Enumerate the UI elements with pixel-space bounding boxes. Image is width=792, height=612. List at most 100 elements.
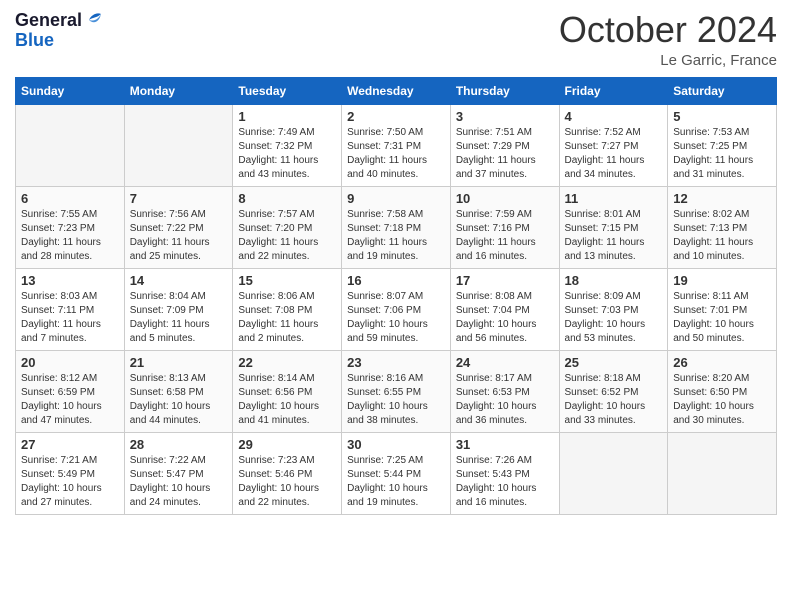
week-row-2: 6 Sunrise: 7:55 AMSunset: 7:23 PMDaylight…	[16, 186, 777, 268]
calendar-cell: 1 Sunrise: 7:49 AMSunset: 7:32 PMDaylight…	[233, 104, 342, 186]
day-number: 21	[130, 355, 228, 370]
day-info: Sunrise: 7:58 AMSunset: 7:18 PMDaylight:…	[347, 208, 445, 264]
day-info: Sunrise: 7:25 AMSunset: 5:44 PMDaylight:…	[347, 454, 445, 510]
day-info: Sunrise: 7:56 AMSunset: 7:22 PMDaylight:…	[130, 208, 228, 264]
day-number: 17	[456, 273, 554, 288]
calendar-cell: 23Sunrise: 8:16 AMSunset: 6:55 PMDayligh…	[342, 350, 451, 432]
day-number: 1	[238, 109, 336, 124]
day-number: 12	[673, 191, 771, 206]
day-number: 13	[21, 273, 119, 288]
week-row-4: 20 Sunrise: 8:12 AMSunset: 6:59 PMDayligh…	[16, 350, 777, 432]
day-info: Sunrise: 8:17 AMSunset: 6:53 PMDaylight:…	[456, 372, 554, 428]
calendar-cell: 24 Sunrise: 8:17 AMSunset: 6:53 PMDayligh…	[450, 350, 559, 432]
day-info: Sunrise: 7:21 AMSunset: 5:49 PMDaylight:…	[21, 454, 119, 510]
day-info: Sunrise: 8:04 AMSunset: 7:09 PMDaylight:…	[130, 290, 228, 346]
day-info: Sunrise: 8:13 AMSunset: 6:58 PMDaylight:…	[130, 372, 228, 428]
logo-bird-icon	[83, 10, 105, 32]
calendar-cell: 20 Sunrise: 8:12 AMSunset: 6:59 PMDayligh…	[16, 350, 125, 432]
day-info: Sunrise: 8:11 AMSunset: 7:01 PMDaylight:…	[673, 290, 771, 346]
day-number: 25	[565, 355, 663, 370]
day-number: 16	[347, 273, 445, 288]
calendar-cell: 29Sunrise: 7:23 AMSunset: 5:46 PMDayligh…	[233, 432, 342, 514]
calendar-cell: 4 Sunrise: 7:52 AMSunset: 7:27 PMDaylight…	[559, 104, 668, 186]
day-info: Sunrise: 8:12 AMSunset: 6:59 PMDaylight:…	[21, 372, 119, 428]
calendar-cell: 17Sunrise: 8:08 AMSunset: 7:04 PMDayligh…	[450, 268, 559, 350]
day-number: 18	[565, 273, 663, 288]
day-number: 5	[673, 109, 771, 124]
day-number: 6	[21, 191, 119, 206]
calendar-table: SundayMondayTuesdayWednesdayThursdayFrid…	[15, 77, 777, 515]
day-info: Sunrise: 7:51 AMSunset: 7:29 PMDaylight:…	[456, 126, 554, 182]
week-row-3: 13 Sunrise: 8:03 AMSunset: 7:11 PMDayligh…	[16, 268, 777, 350]
day-info: Sunrise: 7:49 AMSunset: 7:32 PMDaylight:…	[238, 126, 336, 182]
calendar-cell: 26 Sunrise: 8:20 AMSunset: 6:50 PMDayligh…	[668, 350, 777, 432]
day-number: 26	[673, 355, 771, 370]
calendar-cell: 8 Sunrise: 7:57 AMSunset: 7:20 PMDaylight…	[233, 186, 342, 268]
week-row-5: 27 Sunrise: 7:21 AMSunset: 5:49 PMDayligh…	[16, 432, 777, 514]
calendar-cell: 13 Sunrise: 8:03 AMSunset: 7:11 PMDayligh…	[16, 268, 125, 350]
calendar-cell: 22 Sunrise: 8:14 AMSunset: 6:56 PMDayligh…	[233, 350, 342, 432]
calendar-cell: 16Sunrise: 8:07 AMSunset: 7:06 PMDayligh…	[342, 268, 451, 350]
calendar-cell: 30Sunrise: 7:25 AMSunset: 5:44 PMDayligh…	[342, 432, 451, 514]
day-number: 24	[456, 355, 554, 370]
day-info: Sunrise: 8:03 AMSunset: 7:11 PMDaylight:…	[21, 290, 119, 346]
day-info: Sunrise: 7:26 AMSunset: 5:43 PMDaylight:…	[456, 454, 554, 510]
calendar-cell: 10 Sunrise: 7:59 AMSunset: 7:16 PMDayligh…	[450, 186, 559, 268]
weekday-header-saturday: Saturday	[668, 77, 777, 104]
calendar-cell: 7 Sunrise: 7:56 AMSunset: 7:22 PMDaylight…	[124, 186, 233, 268]
day-number: 4	[565, 109, 663, 124]
calendar-cell: 6 Sunrise: 7:55 AMSunset: 7:23 PMDaylight…	[16, 186, 125, 268]
calendar-cell: 27 Sunrise: 7:21 AMSunset: 5:49 PMDayligh…	[16, 432, 125, 514]
calendar-cell	[668, 432, 777, 514]
day-number: 28	[130, 437, 228, 452]
day-number: 9	[347, 191, 445, 206]
weekday-header-monday: Monday	[124, 77, 233, 104]
logo: General Blue	[15, 10, 105, 51]
calendar-cell: 18 Sunrise: 8:09 AMSunset: 7:03 PMDayligh…	[559, 268, 668, 350]
day-number: 27	[21, 437, 119, 452]
day-number: 31	[456, 437, 554, 452]
calendar-cell: 21 Sunrise: 8:13 AMSunset: 6:58 PMDayligh…	[124, 350, 233, 432]
day-info: Sunrise: 8:01 AMSunset: 7:15 PMDaylight:…	[565, 208, 663, 264]
day-info: Sunrise: 8:09 AMSunset: 7:03 PMDaylight:…	[565, 290, 663, 346]
weekday-header-friday: Friday	[559, 77, 668, 104]
calendar-cell: 3 Sunrise: 7:51 AMSunset: 7:29 PMDaylight…	[450, 104, 559, 186]
day-info: Sunrise: 7:50 AMSunset: 7:31 PMDaylight:…	[347, 126, 445, 182]
day-number: 20	[21, 355, 119, 370]
calendar-cell: 11 Sunrise: 8:01 AMSunset: 7:15 PMDayligh…	[559, 186, 668, 268]
weekday-header-thursday: Thursday	[450, 77, 559, 104]
calendar-cell: 2 Sunrise: 7:50 AMSunset: 7:31 PMDaylight…	[342, 104, 451, 186]
day-number: 22	[238, 355, 336, 370]
day-info: Sunrise: 8:02 AMSunset: 7:13 PMDaylight:…	[673, 208, 771, 264]
calendar-cell: 19 Sunrise: 8:11 AMSunset: 7:01 PMDayligh…	[668, 268, 777, 350]
day-info: Sunrise: 7:59 AMSunset: 7:16 PMDaylight:…	[456, 208, 554, 264]
calendar-cell: 5 Sunrise: 7:53 AMSunset: 7:25 PMDaylight…	[668, 104, 777, 186]
calendar-cell	[124, 104, 233, 186]
day-number: 8	[238, 191, 336, 206]
day-info: Sunrise: 7:55 AMSunset: 7:23 PMDaylight:…	[21, 208, 119, 264]
calendar-cell: 28 Sunrise: 7:22 AMSunset: 5:47 PMDayligh…	[124, 432, 233, 514]
calendar-cell	[16, 104, 125, 186]
day-number: 15	[238, 273, 336, 288]
day-number: 19	[673, 273, 771, 288]
week-row-1: 1 Sunrise: 7:49 AMSunset: 7:32 PMDaylight…	[16, 104, 777, 186]
day-info: Sunrise: 7:53 AMSunset: 7:25 PMDaylight:…	[673, 126, 771, 182]
day-number: 3	[456, 109, 554, 124]
day-number: 2	[347, 109, 445, 124]
weekday-header-sunday: Sunday	[16, 77, 125, 104]
day-info: Sunrise: 7:52 AMSunset: 7:27 PMDaylight:…	[565, 126, 663, 182]
day-number: 29	[238, 437, 336, 452]
logo-text: General Blue	[15, 10, 105, 51]
day-info: Sunrise: 8:06 AMSunset: 7:08 PMDaylight:…	[238, 290, 336, 346]
day-info: Sunrise: 7:22 AMSunset: 5:47 PMDaylight:…	[130, 454, 228, 510]
day-info: Sunrise: 8:14 AMSunset: 6:56 PMDaylight:…	[238, 372, 336, 428]
day-number: 11	[565, 191, 663, 206]
day-number: 14	[130, 273, 228, 288]
day-info: Sunrise: 8:20 AMSunset: 6:50 PMDaylight:…	[673, 372, 771, 428]
day-info: Sunrise: 7:57 AMSunset: 7:20 PMDaylight:…	[238, 208, 336, 264]
day-number: 10	[456, 191, 554, 206]
weekday-header-row: SundayMondayTuesdayWednesdayThursdayFrid…	[16, 77, 777, 104]
day-info: Sunrise: 8:18 AMSunset: 6:52 PMDaylight:…	[565, 372, 663, 428]
calendar-cell: 31 Sunrise: 7:26 AMSunset: 5:43 PMDayligh…	[450, 432, 559, 514]
day-number: 7	[130, 191, 228, 206]
